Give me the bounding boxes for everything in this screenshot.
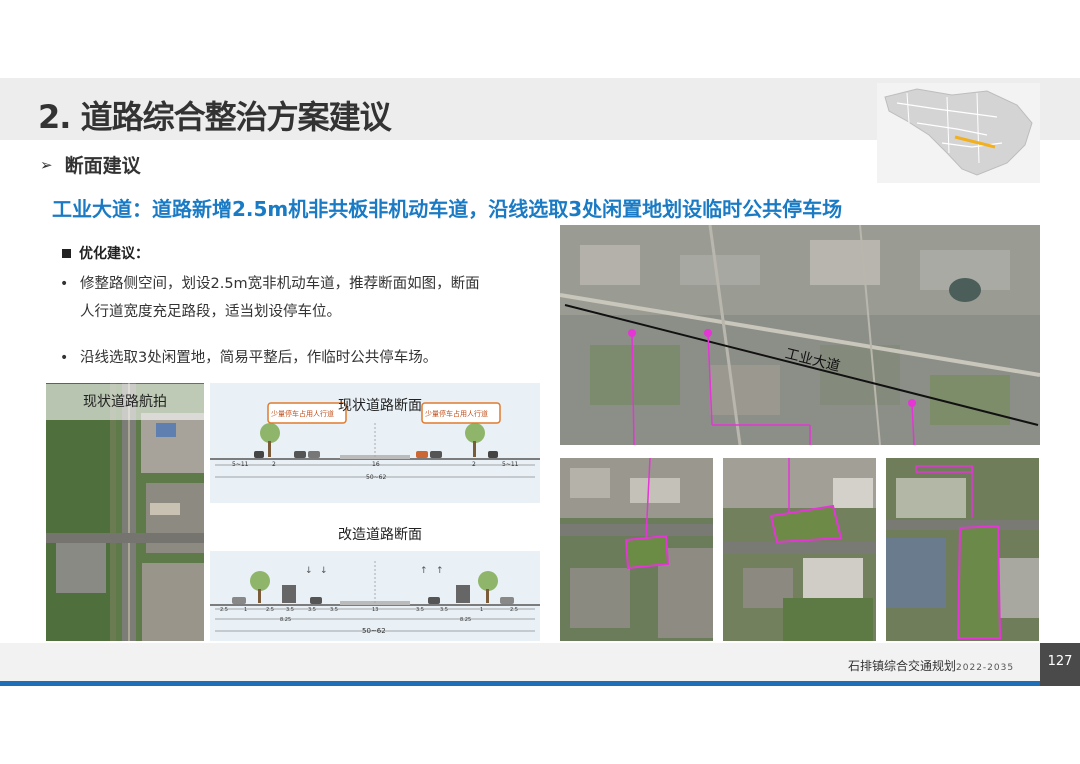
parking-site-photo-3 [886,458,1039,641]
svg-text:↓: ↓ [305,566,313,576]
parking-site-photo-1 [560,458,713,641]
bullet-dot-icon: • [60,276,69,292]
improved-dim-11: 2.5 [510,607,518,613]
improved-dim-7: 13 [372,607,379,613]
page-title: 2. 道路综合整治方案建议 [38,98,392,136]
current-dim-total: 50~62 [366,474,387,481]
current-dim-5: 5~11 [502,461,519,468]
advice-heading-text: 优化建议： [79,246,149,262]
improved-section-title: 改造道路断面 [338,527,422,543]
section-heading-text: 断面建议 [64,155,141,177]
corridor-satellite-map: 工业大道 [560,225,1040,445]
improved-dim-4: 3.5 [286,607,294,613]
current-dim-1: 5~11 [232,461,249,468]
improved-dim-1: 2.5 [220,607,228,613]
advice-bullet-1-line2: 人行道宽度充足路段，适当划设停车位。 [80,304,341,320]
footer-plan-name: 石排镇综合交通规划2022-2035 [848,657,1014,674]
improved-dim-9: 3.5 [440,607,448,613]
section-heading: ➢ 断面建议 [40,151,141,178]
square-bullet-icon [62,248,71,258]
improved-dim-5: 3.5 [308,607,316,613]
current-dim-3: 16 [372,461,380,468]
aerial-photo-label: 现状道路航拍 [46,384,204,420]
footer-years: 2022-2035 [956,663,1015,673]
advice-bullet-2-line1: 沿线选取3处闲置地，简易平整后，作临时公共停车场。 [80,350,438,366]
key-map-thumbnail [877,83,1040,183]
advice-bullet-1-line1: 修整路侧空间，划设2.5m宽非机动车道，推荐断面如图，断面 [80,276,480,292]
page-number: 127 [1040,643,1080,686]
parking-site-photo-2 [723,458,876,641]
bullet-dot-icon: • [60,350,69,366]
improved-dim-8: 3.5 [416,607,424,613]
footer-accent-line [0,681,1040,686]
svg-text:↑: ↑ [436,566,444,576]
improved-dim-10: 1 [480,607,484,613]
improved-dim-2: 1 [244,607,248,613]
advice-bullet-2: • 沿线选取3处闲置地，简易平整后，作临时公共停车场。 [60,344,540,372]
improved-dim-3: 2.5 [266,607,274,613]
current-dim-4: 2 [472,461,476,468]
footer-plan-title: 石排镇综合交通规划 [848,659,957,673]
current-section-callout-left: 少量停车占用人行道 [271,410,334,418]
arrow-icon: ➢ [40,155,53,174]
improved-dim-mid-left: 8.25 [280,617,292,623]
svg-text:↑: ↑ [420,566,428,576]
key-map-graphic [884,88,1033,176]
current-section-callout-right: 少量停车占用人行道 [425,410,488,418]
advice-heading: 优化建议： [62,243,149,263]
current-section-title: 现状道路断面 [338,398,422,414]
current-road-aerial-photo [46,383,204,641]
advice-bullet-1: • 修整路侧空间，划设2.5m宽非机动车道，推荐断面如图，断面 人行道宽度充足路… [60,270,540,326]
improved-dim-total: 50~62 [362,627,386,635]
headline: 工业大道：道路新增2.5m机非共板非机动车道，沿线选取3处闲置地划设临时公共停车… [52,197,843,221]
improved-dim-6: 3.5 [330,607,338,613]
cross-section-diagrams: ↓ ↓ ↑ ↑ 现状道路断面 少量停车占用人行道 少量停车占用人行道 5~11 2 … [210,383,540,641]
svg-text:↓: ↓ [320,566,328,576]
current-dim-2: 2 [272,461,276,468]
improved-dim-mid-right: 8.25 [460,617,472,623]
